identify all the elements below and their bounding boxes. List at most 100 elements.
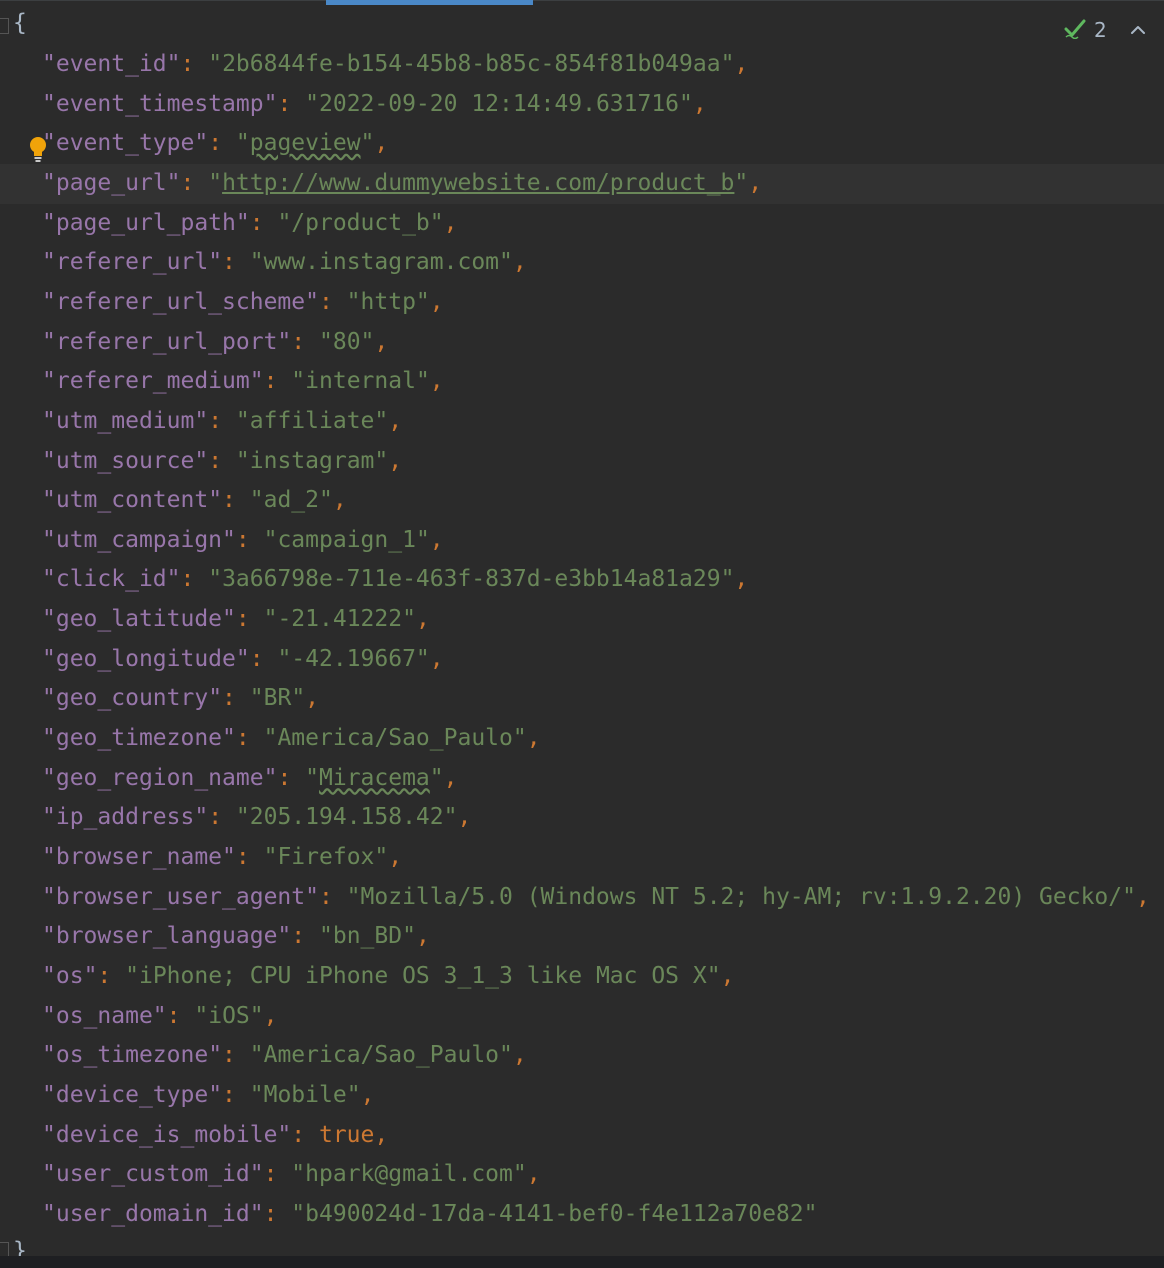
json-line: "os_name": "iOS", xyxy=(42,997,1164,1037)
comma: , xyxy=(526,1161,541,1188)
json-string-value: affiliate xyxy=(249,407,375,434)
key-quote-close: " xyxy=(194,130,209,157)
json-string-value: hpark@gmail.com xyxy=(305,1161,513,1188)
json-line: "referer_url": "www.instagram.com", xyxy=(42,243,1164,283)
json-line: "browser_user_agent": "Mozilla/5.0 (Wind… xyxy=(42,878,1164,918)
value-quote-close: " xyxy=(1122,883,1136,910)
inspection-widget[interactable]: 2 xyxy=(1064,16,1147,44)
value-quote-close: " xyxy=(720,566,735,593)
key-quote-open: " xyxy=(42,685,56,712)
json-string-value: America/Sao_Paulo xyxy=(277,725,513,752)
json-key: page_url_path xyxy=(55,209,236,236)
key-quote-open: " xyxy=(42,883,56,910)
comma: , xyxy=(720,962,735,989)
key-quote-open: " xyxy=(42,923,56,950)
json-key: event_id xyxy=(55,51,167,77)
json-line: "geo_latitude": "-21.41222", xyxy=(42,600,1164,640)
value-quote-open: " xyxy=(346,288,361,315)
key-quote-open: " xyxy=(42,645,56,672)
key-quote-close: " xyxy=(277,1121,292,1148)
json-line: "user_custom_id": "hpark@gmail.com", xyxy=(42,1155,1164,1195)
key-quote-open: " xyxy=(42,1161,56,1188)
json-string-value: -21.41222 xyxy=(277,606,403,633)
comma: , xyxy=(692,90,707,117)
value-quote-open: " xyxy=(249,1081,264,1108)
json-key: browser_user_agent xyxy=(55,883,306,910)
key-quote-open: " xyxy=(42,606,56,633)
key-quote-close: " xyxy=(263,764,278,791)
comma: , xyxy=(263,1002,278,1029)
json-string-value: 3a66798e-711e-463f-837d-e3bb14a81a29 xyxy=(222,566,721,593)
json-string-value: internal xyxy=(305,368,416,395)
key-quote-open: " xyxy=(42,169,56,196)
json-key: utm_content xyxy=(55,487,209,514)
value-quote-close: " xyxy=(512,725,527,752)
json-string-value: BR xyxy=(263,685,292,712)
value-quote-open: " xyxy=(194,1002,209,1029)
json-key: referer_medium xyxy=(55,368,250,395)
value-quote-open: " xyxy=(235,407,250,434)
value-quote-open: " xyxy=(235,447,250,474)
key-quote-open: " xyxy=(42,566,56,593)
json-string-value: campaign_1 xyxy=(277,526,416,553)
key-quote-close: " xyxy=(166,169,181,196)
comma: , xyxy=(374,130,389,157)
json-line: "geo_longitude": "-42.19667", xyxy=(42,640,1164,680)
json-string-value: http xyxy=(360,288,416,315)
key-quote-close: " xyxy=(166,51,181,77)
json-key: event_timestamp xyxy=(55,90,264,117)
json-string-value: Mozilla/5.0 (Windows NT 5.2; hy-AM; rv:1… xyxy=(360,883,1123,910)
value-quote-open: " xyxy=(277,209,292,236)
chevron-up-icon[interactable] xyxy=(1129,18,1147,42)
json-string-value: instagram xyxy=(249,447,375,474)
json-key: utm_campaign xyxy=(55,526,223,553)
comma: , xyxy=(415,606,430,633)
value-quote-open: " xyxy=(305,90,319,117)
key-quote-close: " xyxy=(277,328,292,355)
inspection-count: 2 xyxy=(1094,18,1107,42)
json-string-value: www.instagram.com xyxy=(263,249,500,276)
key-quote-close: " xyxy=(208,1081,223,1108)
comma: , xyxy=(388,407,403,434)
colon: : xyxy=(166,1002,195,1029)
json-key: user_custom_id xyxy=(55,1161,250,1188)
comma: , xyxy=(429,645,444,672)
comma: , xyxy=(748,169,763,196)
check-icon[interactable] xyxy=(1064,17,1086,44)
json-key: utm_medium xyxy=(55,407,195,434)
comma: , xyxy=(734,51,749,77)
comma: , xyxy=(374,1121,389,1148)
key-quote-close: " xyxy=(208,249,223,276)
key-quote-open: " xyxy=(42,764,56,791)
open-brace: { xyxy=(13,10,27,36)
url-link[interactable]: http://www.dummywebsite.com/product_b xyxy=(222,170,734,196)
value-quote-close: " xyxy=(499,249,513,276)
comma: , xyxy=(1136,883,1150,910)
json-line: "geo_country": "BR", xyxy=(42,679,1164,719)
value-quote-open: " xyxy=(305,764,319,791)
key-quote-open: " xyxy=(42,249,56,276)
key-quote-open: " xyxy=(42,844,56,870)
fold-marker-open[interactable] xyxy=(0,18,9,34)
colon: : xyxy=(318,288,347,315)
value-quote-open: " xyxy=(291,1200,306,1227)
json-editor[interactable]: { 2 "event_id": "2b6844fe-b154-45b8-b85c… xyxy=(0,0,1164,1268)
comma: , xyxy=(512,249,527,276)
json-key: utm_source xyxy=(55,447,195,474)
value-quote-close: " xyxy=(374,407,389,434)
value-quote-close: " xyxy=(415,368,430,395)
json-key: geo_longitude xyxy=(55,645,236,672)
value-quote-close: " xyxy=(706,962,721,989)
json-line: "os_timezone": "America/Sao_Paulo", xyxy=(42,1036,1164,1076)
json-line: "device_type": "Mobile", xyxy=(42,1076,1164,1116)
json-line: "event_timestamp": "2022-09-20 12:14:49.… xyxy=(42,85,1164,125)
value-quote-open: " xyxy=(125,962,139,989)
json-line: "browser_name": "Firefox", xyxy=(42,838,1164,878)
colon: : xyxy=(235,725,264,752)
value-quote-close: " xyxy=(360,130,375,157)
key-quote-close: " xyxy=(249,1161,264,1188)
key-quote-open: " xyxy=(42,328,56,355)
value-quote-close: " xyxy=(402,606,416,633)
json-line: "page_url_path": "/product_b", xyxy=(42,204,1164,244)
json-key: os xyxy=(55,962,84,989)
